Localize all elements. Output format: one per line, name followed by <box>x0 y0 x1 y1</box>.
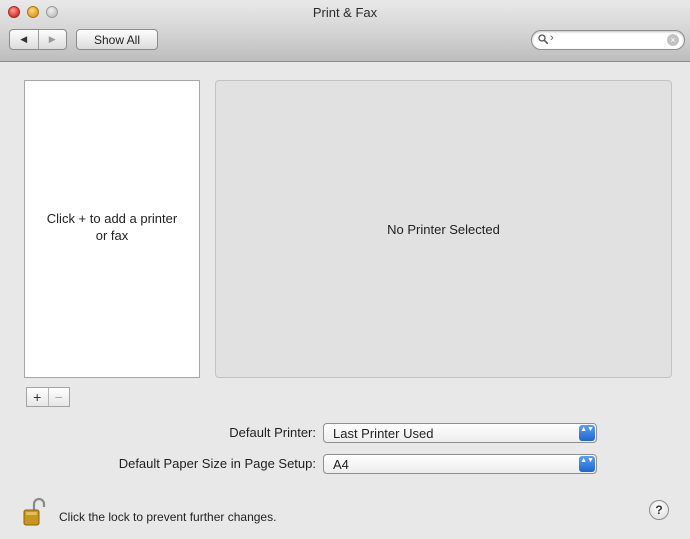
help-button[interactable]: ? <box>649 500 669 520</box>
window-toolbar: Print & Fax ◀ ▶ Show All › × <box>0 0 690 62</box>
clear-search-icon[interactable]: × <box>667 34 679 46</box>
search-field[interactable]: › × <box>531 30 685 50</box>
search-input[interactable] <box>558 32 662 48</box>
add-printer-button[interactable]: + <box>27 388 48 406</box>
printer-list[interactable]: Click + to add a printer or fax <box>24 80 200 378</box>
search-menu-chevron-icon[interactable]: › <box>550 32 554 44</box>
forward-button[interactable]: ▶ <box>37 30 67 49</box>
printer-detail-panel: No Printer Selected <box>215 80 672 378</box>
lock-icon[interactable] <box>22 497 46 527</box>
default-printer-label: Default Printer: <box>229 425 316 440</box>
back-button[interactable]: ◀ <box>10 30 38 49</box>
paper-size-label: Default Paper Size in Page Setup: <box>118 456 316 471</box>
popup-arrows-icon: ▲▼ <box>579 425 595 441</box>
preferences-window: Print & Fax ◀ ▶ Show All › × Click + to … <box>0 0 690 539</box>
default-printer-popup[interactable]: Last Printer Used ▲▼ <box>323 423 597 443</box>
paper-size-popup[interactable]: A4 ▲▼ <box>323 454 597 474</box>
remove-printer-button[interactable]: − <box>47 388 70 406</box>
search-icon <box>538 34 548 44</box>
paper-size-value: A4 <box>333 457 349 472</box>
lock-status-text: Click the lock to prevent further change… <box>59 510 277 524</box>
popup-arrows-icon: ▲▼ <box>579 456 595 472</box>
add-remove-control: + − <box>26 387 70 407</box>
default-printer-value: Last Printer Used <box>333 426 434 441</box>
back-forward-control: ◀ ▶ <box>9 29 67 50</box>
show-all-button[interactable]: Show All <box>76 29 158 50</box>
no-printer-selected-text: No Printer Selected <box>387 222 500 237</box>
printer-list-empty-text: Click + to add a printer or fax <box>46 211 178 243</box>
window-title: Print & Fax <box>312 5 378 20</box>
